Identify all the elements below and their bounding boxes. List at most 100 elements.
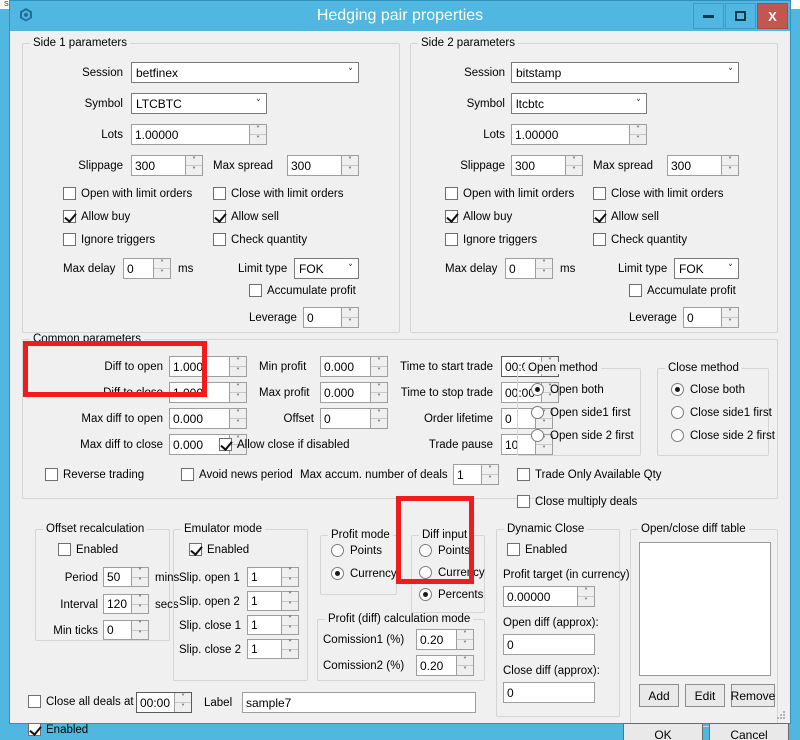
side2-slippage-input[interactable]: 300 ˅ ˅	[511, 155, 583, 176]
close-all-deals-time-input[interactable]: 00:00 ˅ ˅	[136, 692, 192, 713]
side2-max-delay-input[interactable]: 0 ˅ ˅	[505, 258, 553, 279]
close-method-option-side1-first[interactable]: Close side1 first	[671, 406, 772, 419]
side1-slippage-input[interactable]: 300 ˅ ˅	[131, 155, 203, 176]
side1-open-with-limit-orders-checkbox[interactable]: Open with limit orders	[63, 187, 192, 200]
commission1-input[interactable]: 0.20 ˅ ˅	[416, 629, 474, 650]
label-input[interactable]: sample7	[242, 692, 476, 713]
offset-recalc-interval-input[interactable]: 120 ˅ ˅	[103, 594, 149, 614]
profit-mode-option-currency[interactable]: Currency	[331, 567, 397, 580]
diff-table-edit-button[interactable]: Edit	[685, 684, 725, 707]
side2-allow-sell-checkbox[interactable]: Allow sell	[593, 210, 659, 223]
side2-leverage-spinner[interactable]: ˅ ˅	[721, 308, 738, 327]
side1-max-delay-spinner[interactable]: ˅ ˅	[153, 259, 170, 278]
side1-accumulate-profit-checkbox[interactable]: Accumulate profit	[249, 284, 356, 297]
emulator-enabled-checkbox[interactable]: Enabled	[189, 543, 249, 556]
side2-limit-type-combo[interactable]: FOK ˅	[674, 258, 739, 279]
open-diff-approx-input[interactable]: 0	[503, 634, 595, 655]
side2-leverage-input[interactable]: 0 ˅ ˅	[683, 307, 739, 328]
close-diff-approx-input[interactable]: 0	[503, 682, 595, 703]
diff-to-open-input[interactable]: 1.000 ˅ ˅	[169, 356, 247, 377]
close-method-option-close-both[interactable]: Close both	[671, 383, 745, 396]
emulator-slip-open1-spinner[interactable]: ˅ ˅	[281, 568, 298, 586]
diff-input-option-points[interactable]: Points	[419, 544, 470, 557]
profit-target-spinner[interactable]: ˅ ˅	[577, 587, 594, 606]
reverse-trading-checkbox[interactable]: Reverse trading	[45, 468, 144, 481]
side1-limit-type-combo[interactable]: FOK ˅	[294, 258, 359, 279]
max-accum-deals-input[interactable]: 1 ˅ ˅	[453, 464, 499, 485]
diff-input-option-percents[interactable]: Percents	[419, 588, 483, 601]
max-profit-input[interactable]: 0.000 ˅ ˅	[320, 382, 388, 403]
offset-recalc-enabled-checkbox[interactable]: Enabled	[58, 543, 118, 556]
close-all-deals-checkbox[interactable]: Close all deals at	[28, 695, 134, 708]
diff-to-close-spinner[interactable]: ˅ ˅	[229, 383, 246, 402]
diff-to-open-spinner[interactable]: ˅ ˅	[229, 357, 246, 376]
emulator-slip-close2-spinner[interactable]: ˅ ˅	[281, 640, 298, 658]
emulator-slip-open2-spinner[interactable]: ˅ ˅	[281, 592, 298, 610]
side2-close-with-limit-orders-checkbox[interactable]: Close with limit orders	[593, 187, 723, 200]
close-button[interactable]: X	[757, 3, 788, 29]
min-profit-input[interactable]: 0.000 ˅ ˅	[320, 356, 388, 377]
side1-allow-buy-checkbox[interactable]: Allow buy	[63, 210, 130, 223]
side1-leverage-spinner[interactable]: ˅ ˅	[341, 308, 358, 327]
emulator-slip-open2-input[interactable]: 1 ˅ ˅	[247, 591, 299, 611]
close-method-option-side2-first[interactable]: Close side 2 first	[671, 429, 775, 442]
side1-allow-sell-checkbox[interactable]: Allow sell	[213, 210, 279, 223]
side2-check-quantity-checkbox[interactable]: Check quantity	[593, 233, 687, 246]
side2-max-spread-input[interactable]: 300 ˅ ˅	[667, 155, 739, 176]
offset-recalc-interval-spinner[interactable]: ˅ ˅	[131, 595, 148, 613]
footer-enabled-checkbox[interactable]: Enabled	[28, 723, 88, 736]
side1-ignore-triggers-checkbox[interactable]: Ignore triggers	[63, 233, 155, 246]
commission1-spinner[interactable]: ˅ ˅	[456, 630, 473, 649]
offset-input[interactable]: 0 ˅ ˅	[320, 408, 388, 429]
emulator-slip-close2-input[interactable]: 1 ˅ ˅	[247, 639, 299, 659]
emulator-slip-close1-input[interactable]: 1 ˅ ˅	[247, 615, 299, 635]
side1-check-quantity-checkbox[interactable]: Check quantity	[213, 233, 307, 246]
max-accum-deals-spinner[interactable]: ˅ ˅	[481, 465, 498, 484]
side2-slippage-spinner[interactable]: ˅ ˅	[565, 156, 582, 175]
side1-lots-input[interactable]: 1.00000 ˅ ˅	[131, 124, 267, 145]
close-multiply-deals-checkbox[interactable]: Close multiply deals	[517, 495, 637, 508]
side1-close-with-limit-orders-checkbox[interactable]: Close with limit orders	[213, 187, 343, 200]
side1-symbol-combo[interactable]: LTCBTC ˅	[131, 93, 267, 114]
open-method-option-side2-first[interactable]: Open side 2 first	[531, 429, 634, 442]
emulator-slip-open1-input[interactable]: 1 ˅ ˅	[247, 567, 299, 587]
trade-only-available-qty-checkbox[interactable]: Trade Only Available Qty	[517, 468, 662, 481]
side2-open-with-limit-orders-checkbox[interactable]: Open with limit orders	[445, 187, 574, 200]
minimize-button[interactable]	[693, 3, 724, 29]
diff-input-option-currency[interactable]: Currency	[419, 566, 485, 579]
side2-max-delay-spinner[interactable]: ˅ ˅	[535, 259, 552, 278]
offset-recalc-min-ticks-input[interactable]: 0 ˅ ˅	[103, 620, 149, 640]
diff-table-add-button[interactable]: Add	[639, 684, 679, 707]
open-method-option-side1-first[interactable]: Open side1 first	[531, 406, 631, 419]
side1-max-spread-input[interactable]: 300 ˅ ˅	[287, 155, 359, 176]
side2-ignore-triggers-checkbox[interactable]: Ignore triggers	[445, 233, 537, 246]
allow-close-if-disabled-checkbox[interactable]: Allow close if disabled	[219, 438, 350, 451]
emulator-slip-close1-spinner[interactable]: ˅ ˅	[281, 616, 298, 634]
diff-to-close-input[interactable]: 1.000 ˅ ˅	[169, 382, 247, 403]
resize-grip-icon[interactable]	[775, 709, 787, 721]
open-method-option-open-both[interactable]: Open both	[531, 383, 604, 396]
diff-table-list[interactable]	[639, 542, 771, 676]
max-diff-to-open-spinner[interactable]: ˅ ˅	[229, 409, 246, 428]
diff-table-remove-button[interactable]: Remove	[731, 684, 775, 707]
side1-lots-spinner[interactable]: ˅ ˅	[249, 125, 266, 144]
side1-leverage-input[interactable]: 0 ˅ ˅	[303, 307, 359, 328]
ok-button[interactable]: OK	[623, 723, 703, 740]
side2-symbol-combo[interactable]: ltcbtc ˅	[511, 93, 647, 114]
side2-session-combo[interactable]: bitstamp ˅	[511, 62, 739, 83]
offset-recalc-min-ticks-spinner[interactable]: ˅ ˅	[131, 621, 148, 639]
side1-session-combo[interactable]: betfinex ˅	[131, 62, 359, 83]
profit-target-input[interactable]: 0.00000 ˅ ˅	[503, 586, 595, 607]
side1-max-spread-spinner[interactable]: ˅ ˅	[341, 156, 358, 175]
side2-accumulate-profit-checkbox[interactable]: Accumulate profit	[629, 284, 736, 297]
dynamic-close-enabled-checkbox[interactable]: Enabled	[507, 543, 567, 556]
side2-allow-buy-checkbox[interactable]: Allow buy	[445, 210, 512, 223]
offset-recalc-period-spinner[interactable]: ˅ ˅	[131, 568, 148, 586]
maximize-button[interactable]	[725, 3, 756, 29]
side2-lots-spinner[interactable]: ˅ ˅	[629, 125, 646, 144]
cancel-button[interactable]: Cancel	[709, 723, 789, 740]
side1-slippage-spinner[interactable]: ˅ ˅	[185, 156, 202, 175]
profit-mode-option-points[interactable]: Points	[331, 544, 382, 557]
offset-recalc-period-input[interactable]: 50 ˅ ˅	[103, 567, 149, 587]
commission2-input[interactable]: 0.20 ˅ ˅	[416, 655, 474, 676]
